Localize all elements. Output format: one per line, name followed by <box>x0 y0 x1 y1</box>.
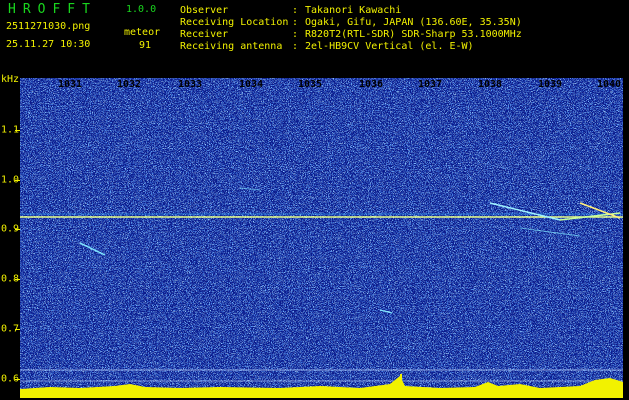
info-key-receiver: Receiver <box>180 29 229 40</box>
y-tick-mark <box>15 130 20 131</box>
meteor-count-label: meteor <box>124 27 161 38</box>
x-tick-label: 1034 <box>238 79 264 90</box>
x-tick-label: 1036 <box>358 79 384 90</box>
info-colon: : <box>292 5 299 16</box>
info-value-antenna: 2el-HB9CV Vertical (el. E-W) <box>305 41 474 52</box>
info-key-antenna: Receiving antenna <box>180 41 283 52</box>
y-tick-mark <box>15 229 20 230</box>
x-tick-label: 1037 <box>417 79 443 90</box>
info-colon: : <box>292 41 299 52</box>
noise-speckles <box>20 78 623 398</box>
y-axis-unit: kHz <box>1 74 20 85</box>
info-value-location: Ogaki, Gifu, JAPAN (136.60E, 35.35N) <box>305 17 522 28</box>
x-tick-label: 1040 <box>596 79 622 90</box>
meteor-count-value: 91 <box>139 40 152 51</box>
x-tick-label: 1031 <box>57 79 83 90</box>
info-key-location: Receiving Location <box>180 17 289 28</box>
app-version: 1.0.0 <box>126 4 157 15</box>
x-tick-label: 1039 <box>537 79 563 90</box>
spectrogram-plot <box>20 78 623 398</box>
app-logo: HROFFT <box>8 2 97 17</box>
x-tick-label: 1038 <box>477 79 503 90</box>
y-tick-mark <box>15 329 20 330</box>
info-key-observer: Observer <box>180 5 229 16</box>
x-tick-label: 1033 <box>177 79 203 90</box>
y-tick-mark <box>15 180 20 181</box>
info-colon: : <box>292 29 299 40</box>
info-colon: : <box>292 17 299 28</box>
x-tick-label: 1035 <box>297 79 323 90</box>
info-value-receiver: R820T2(RTL-SDR) SDR-Sharp 53.1000MHz <box>305 29 522 40</box>
y-tick-mark <box>15 279 20 280</box>
x-tick-label: 1032 <box>116 79 142 90</box>
y-tick-mark <box>15 379 20 380</box>
filename-label: 2511271030.png <box>6 21 91 32</box>
info-value-observer: Takanori Kawachi <box>305 5 402 16</box>
datetime-label: 25.11.27 10:30 <box>6 39 91 50</box>
